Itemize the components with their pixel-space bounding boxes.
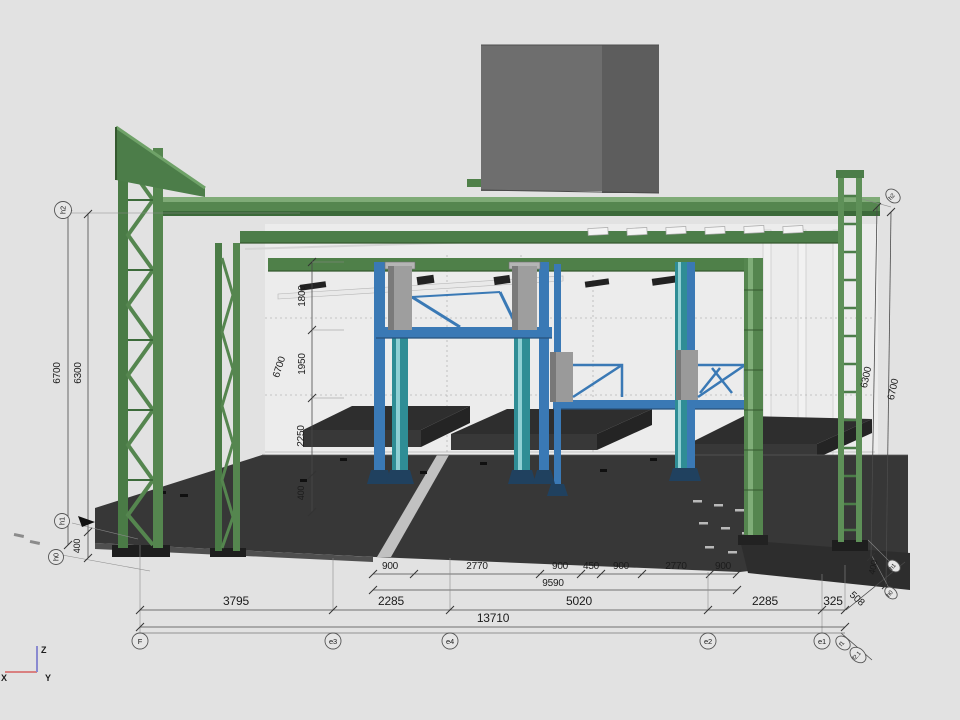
svg-text:450: 450: [583, 561, 600, 572]
dim-int-1950: 1950: [297, 353, 308, 375]
cad-3d-view: 6700 6300 400 h2 h1 h0 1800 1950 2250 4: [0, 0, 960, 720]
axis-y-label: Y: [45, 673, 51, 683]
dim-int-2250: 2250: [296, 425, 307, 447]
svg-text:2770: 2770: [466, 561, 488, 572]
svg-text:2285: 2285: [752, 594, 778, 608]
svg-text:e3: e3: [329, 637, 337, 646]
rooftop-concrete-block[interactable]: [481, 45, 659, 193]
dim-left-total: 6700: [52, 362, 63, 384]
dim-int-400: 400: [296, 486, 306, 501]
svg-text:325: 325: [823, 594, 843, 608]
svg-text:h1: h1: [58, 517, 67, 525]
axis-z-label: Z: [41, 645, 47, 655]
dim-int-1800: 1800: [297, 285, 308, 307]
dim-slab-total: 9590: [542, 578, 564, 589]
svg-text:2285: 2285: [378, 594, 404, 608]
dim-left-upper: 6300: [73, 362, 84, 384]
svg-text:e2: e2: [704, 637, 712, 646]
model-canvas[interactable]: 6700 6300 400 h2 h1 h0 1800 1950 2250 4: [0, 0, 960, 720]
svg-text:e1: e1: [818, 637, 826, 646]
svg-text:900: 900: [552, 561, 569, 572]
svg-text:e4: e4: [446, 637, 454, 646]
svg-text:F: F: [138, 637, 143, 646]
svg-text:900: 900: [715, 561, 732, 572]
roof-fitting: [467, 179, 481, 187]
svg-text:900: 900: [382, 561, 399, 572]
svg-text:3795: 3795: [223, 594, 249, 608]
svg-text:h2: h2: [59, 206, 68, 214]
dim-left-base: 400: [72, 539, 82, 554]
axis-x-label: X: [1, 673, 7, 683]
svg-text:2770: 2770: [665, 561, 687, 572]
svg-text:h0: h0: [52, 553, 61, 561]
dim-grand-total: 13710: [477, 611, 510, 625]
svg-text:900: 900: [613, 561, 630, 572]
svg-text:5020: 5020: [566, 594, 592, 608]
